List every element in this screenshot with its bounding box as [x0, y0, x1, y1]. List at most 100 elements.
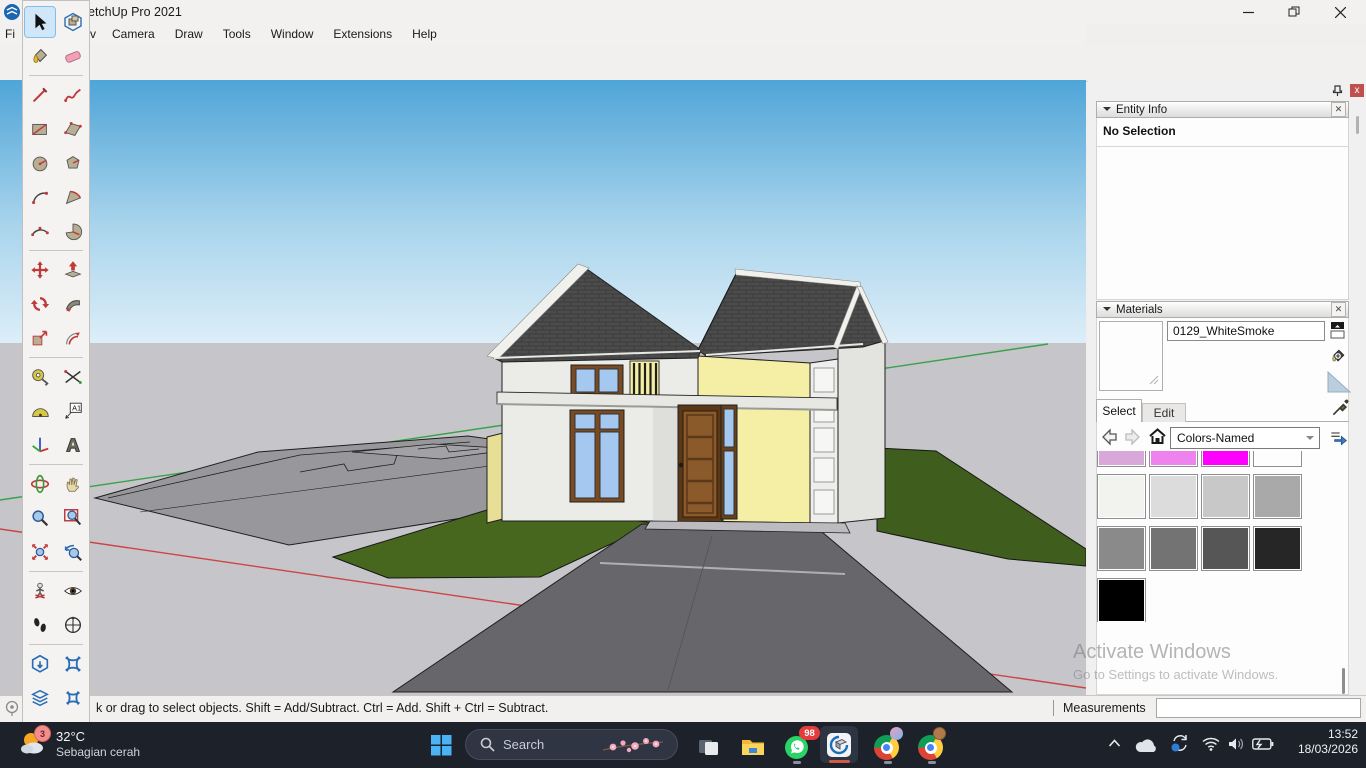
line-tool[interactable]	[25, 80, 55, 110]
battery-charging-icon[interactable]	[1252, 738, 1274, 750]
wifi-icon[interactable]	[1202, 737, 1220, 751]
entity-info-close-icon[interactable]: ✕	[1331, 102, 1346, 117]
color-swatch[interactable]	[1149, 526, 1198, 571]
move-tool[interactable]	[25, 255, 55, 285]
pilaster-yellow[interactable]	[487, 433, 503, 523]
materials-header[interactable]: Materials ✕	[1096, 301, 1349, 318]
share-model-tool[interactable]	[58, 649, 88, 679]
zoom-tool[interactable]	[25, 503, 55, 533]
polygon-tool[interactable]	[58, 148, 88, 178]
chevron-up-icon[interactable]	[1108, 738, 1121, 748]
details-arrow-icon[interactable]	[1328, 428, 1348, 448]
tab-edit[interactable]: Edit	[1142, 403, 1186, 422]
scale-tool[interactable]	[25, 323, 55, 353]
collapse-icon[interactable]	[1103, 307, 1111, 315]
extension-tools[interactable]	[58, 683, 88, 713]
offset-tool[interactable]	[58, 323, 88, 353]
sidelight-window[interactable]	[721, 405, 737, 519]
color-swatch[interactable]	[1253, 474, 1302, 519]
menu-item-help[interactable]: Help	[402, 24, 447, 44]
onedrive-icon[interactable]	[1135, 739, 1158, 753]
menu-item-camera[interactable]: Camera	[102, 24, 165, 44]
tape-measure-tool[interactable]	[25, 362, 55, 392]
turn-around-tool[interactable]	[58, 610, 88, 640]
paint-bucket-tool[interactable]	[25, 41, 55, 71]
search-box[interactable]: Search	[465, 729, 678, 760]
collection-dropdown[interactable]: Colors-Named	[1170, 427, 1320, 449]
materials-scrollbar[interactable]	[1342, 668, 1345, 694]
three-point-arc-tool[interactable]	[25, 216, 55, 246]
color-swatch[interactable]	[1253, 526, 1302, 571]
geolocation-icon[interactable]	[4, 700, 20, 717]
volume-icon[interactable]	[1228, 737, 1245, 751]
color-swatch[interactable]	[1097, 578, 1146, 622]
color-swatch[interactable]	[1201, 526, 1250, 571]
look-around-tool[interactable]	[58, 576, 88, 606]
rotate-tool[interactable]	[25, 289, 55, 319]
sample-paint-icon[interactable]	[1326, 370, 1352, 394]
eraser-tool[interactable]	[58, 41, 88, 71]
task-view-icon[interactable]	[697, 735, 721, 759]
make-component-tool[interactable]	[58, 7, 88, 37]
collapse-icon[interactable]	[1103, 107, 1111, 115]
entity-info-header[interactable]: Entity Info ✕	[1096, 101, 1349, 118]
push-pull-tool[interactable]	[58, 255, 88, 285]
door-handle[interactable]	[679, 463, 683, 467]
sync-icon[interactable]	[1170, 733, 1190, 753]
color-swatch[interactable]	[1149, 474, 1198, 519]
forward-arrow-icon[interactable]	[1124, 428, 1142, 446]
color-swatch[interactable]	[1097, 526, 1146, 571]
pan-tool[interactable]	[58, 469, 88, 499]
weather-temp[interactable]: 32°C	[56, 729, 85, 744]
menu-item-extensions[interactable]: Extensions	[323, 24, 402, 44]
close-button[interactable]	[1318, 0, 1362, 24]
freehand-tool[interactable]	[58, 80, 88, 110]
position-camera-tool[interactable]	[25, 576, 55, 606]
sketchup-taskbar-icon[interactable]	[827, 733, 851, 757]
menu-item-tools[interactable]: Tools	[213, 24, 261, 44]
viewport-3d-scene[interactable]	[0, 80, 1086, 695]
axes-tool[interactable]	[25, 430, 55, 460]
follow-me-tool[interactable]	[58, 289, 88, 319]
front-door[interactable]	[678, 405, 723, 522]
minimize-button[interactable]	[1226, 0, 1270, 24]
layers-stack-tool[interactable]	[25, 683, 55, 713]
two-point-arc-tool[interactable]	[58, 182, 88, 212]
menu-item-window[interactable]: Window	[261, 24, 324, 44]
color-swatch[interactable]	[1149, 451, 1198, 467]
weather-condition[interactable]: Sebagian cerah	[56, 745, 140, 759]
orbit-tool[interactable]	[25, 469, 55, 499]
zoom-window-tool[interactable]	[58, 503, 88, 533]
home-icon[interactable]	[1148, 427, 1167, 446]
color-swatch[interactable]	[1097, 451, 1146, 467]
circle-tool[interactable]	[25, 148, 55, 178]
materials-close-icon[interactable]: ✕	[1331, 302, 1346, 317]
zoom-previous-tool[interactable]	[58, 537, 88, 567]
color-swatch[interactable]	[1253, 451, 1302, 467]
tall-window[interactable]	[570, 410, 624, 502]
pie-tool[interactable]	[58, 216, 88, 246]
tray-close-button[interactable]: x	[1350, 84, 1364, 97]
start-button[interactable]	[431, 735, 452, 756]
restore-button[interactable]	[1272, 0, 1316, 24]
dimension-tool[interactable]	[58, 362, 88, 392]
select-tool[interactable]	[25, 7, 55, 37]
tab-select[interactable]: Select	[1096, 399, 1142, 422]
upper-window[interactable]	[571, 365, 623, 396]
eyedropper-icon[interactable]	[1330, 398, 1350, 418]
taskbar-clock[interactable]: 13:52 18/03/2026	[1278, 727, 1358, 757]
louver-vent[interactable]	[630, 361, 659, 398]
rotated-rectangle-tool[interactable]	[58, 114, 88, 144]
protractor-tool[interactable]	[25, 396, 55, 426]
stone-pillar[interactable]	[810, 359, 838, 523]
walk-tool[interactable]	[25, 610, 55, 640]
3d-warehouse-tool[interactable]	[25, 649, 55, 679]
file-explorer-icon[interactable]	[740, 734, 766, 760]
color-swatch[interactable]	[1201, 451, 1250, 467]
measurements-input[interactable]	[1156, 698, 1361, 718]
pin-icon[interactable]	[1332, 85, 1343, 97]
secondary-pane-icon[interactable]	[1330, 321, 1345, 339]
back-arrow-icon[interactable]	[1100, 428, 1118, 446]
rectangle-tool[interactable]	[25, 114, 55, 144]
create-material-icon[interactable]	[1328, 346, 1348, 366]
